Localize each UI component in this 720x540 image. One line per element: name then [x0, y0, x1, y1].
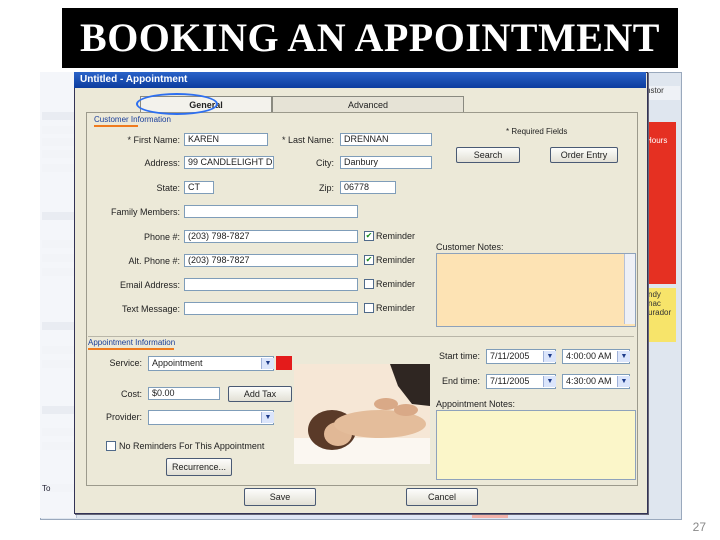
- chevron-down-icon[interactable]: ▼: [543, 376, 556, 387]
- end-time-value: 4:30:00 AM: [566, 376, 612, 386]
- section-title-appointment: Appointment Information: [88, 338, 176, 347]
- phone-reminder-label: Reminder: [376, 231, 416, 241]
- state-label: State:: [156, 183, 180, 193]
- cost-field[interactable]: $0.00: [148, 387, 220, 400]
- background-appointment-block[interactable]: Hours: [646, 122, 676, 284]
- check-icon: ✔: [365, 231, 373, 240]
- zip-label: Zip:: [318, 183, 334, 193]
- cancel-button[interactable]: Cancel: [406, 488, 478, 506]
- chevron-down-icon[interactable]: ▼: [617, 351, 630, 362]
- alt-phone-reminder-label: Reminder: [376, 255, 416, 265]
- text-message-field[interactable]: [184, 302, 358, 315]
- slide-page-number: 27: [692, 520, 706, 534]
- end-date-value: 7/11/2005: [490, 376, 530, 386]
- text-reminder-checkbox[interactable]: [364, 303, 374, 313]
- section-underline: [94, 125, 138, 127]
- cost-label: Cost:: [120, 389, 142, 399]
- highlight-ring: [136, 93, 218, 115]
- massage-photo-illustration: [294, 364, 430, 464]
- first-name-label: * First Name:: [127, 135, 180, 145]
- customer-notes-textarea[interactable]: [436, 253, 636, 327]
- background-tab[interactable]: nstor: [646, 86, 680, 100]
- phone-field[interactable]: (203) 798-7827: [184, 230, 358, 243]
- text-reminder-label: Reminder: [376, 303, 416, 313]
- text-message-label: Text Message:: [121, 304, 180, 314]
- email-label: Email Address:: [119, 280, 180, 290]
- chevron-down-icon[interactable]: ▼: [543, 351, 556, 362]
- appointment-notes-label: Appointment Notes:: [436, 399, 516, 409]
- address-label: Address:: [144, 158, 180, 168]
- check-icon: ✔: [365, 255, 373, 264]
- massage-photo: [294, 364, 430, 464]
- window-titlebar: Untitled - Appointment: [74, 72, 646, 88]
- start-time-value: 4:00:00 AM: [566, 351, 612, 361]
- customer-notes-label: Customer Notes:: [436, 242, 504, 252]
- no-reminders-label: No Reminders For This Appointment: [119, 441, 265, 451]
- address-field[interactable]: 99 CANDLELIGHT DR, V E: [184, 156, 274, 169]
- start-time-label: Start time:: [438, 351, 480, 361]
- background-block-text: Hours: [646, 136, 668, 145]
- end-time-label: End time:: [441, 376, 480, 386]
- slide-title: BOOKING AN APPOINTMENT: [62, 8, 678, 68]
- alt-phone-label: Alt. Phone #:: [128, 256, 180, 266]
- provider-select[interactable]: [148, 410, 274, 425]
- customer-notes-scrollbar[interactable]: [624, 254, 635, 324]
- alt-phone-field[interactable]: (203) 798-7827: [184, 254, 358, 267]
- order-entry-button[interactable]: Order Entry: [550, 147, 618, 163]
- chevron-down-icon[interactable]: ▼: [261, 358, 274, 369]
- alt-phone-reminder-checkbox[interactable]: ✔: [364, 255, 374, 265]
- service-value: Appointment: [152, 358, 203, 368]
- appointment-notes-textarea[interactable]: [436, 410, 636, 480]
- email-reminder-checkbox[interactable]: [364, 279, 374, 289]
- chevron-down-icon[interactable]: ▼: [617, 376, 630, 387]
- section-title-customer: Customer Information: [94, 115, 171, 124]
- section-divider: [88, 336, 634, 337]
- email-field[interactable]: [184, 278, 358, 291]
- required-fields-note: * Required Fields: [506, 127, 568, 136]
- service-select[interactable]: Appointment: [148, 356, 274, 371]
- service-color-swatch[interactable]: [276, 356, 292, 370]
- provider-label: Provider:: [105, 412, 142, 422]
- city-label: City:: [316, 158, 334, 168]
- phone-reminder-checkbox[interactable]: ✔: [364, 231, 374, 241]
- phone-label: Phone #:: [143, 232, 180, 242]
- no-reminders-checkbox[interactable]: [106, 441, 116, 451]
- recurrence-button[interactable]: Recurrence...: [166, 458, 232, 476]
- state-field[interactable]: CT: [184, 181, 214, 194]
- search-button[interactable]: Search: [456, 147, 520, 163]
- service-label: Service:: [109, 358, 142, 368]
- last-name-label: * Last Name:: [281, 135, 334, 145]
- background-block-text-yellow: ndy nac urador: [648, 290, 672, 317]
- section-underline-appointment: [88, 348, 174, 350]
- background-today-tab[interactable]: To: [42, 484, 74, 493]
- family-members-field[interactable]: [184, 205, 358, 218]
- add-tax-button[interactable]: Add Tax: [228, 386, 292, 402]
- email-reminder-label: Reminder: [376, 279, 416, 289]
- city-field[interactable]: Danbury: [340, 156, 432, 169]
- chevron-down-icon[interactable]: ▼: [261, 412, 274, 423]
- background-appointment-block-yellow[interactable]: ndy nac urador: [646, 288, 676, 342]
- start-date-value: 7/11/2005: [490, 351, 530, 361]
- tab-advanced[interactable]: Advanced: [272, 96, 464, 113]
- zip-field[interactable]: 06778: [340, 181, 396, 194]
- last-name-field[interactable]: DRENNAN: [340, 133, 432, 146]
- save-button[interactable]: Save: [244, 488, 316, 506]
- family-members-label: Family Members:: [110, 207, 180, 217]
- window-title: Untitled - Appointment: [80, 74, 188, 85]
- first-name-field[interactable]: KAREN: [184, 133, 268, 146]
- background-mini-calendar: To: [40, 72, 77, 518]
